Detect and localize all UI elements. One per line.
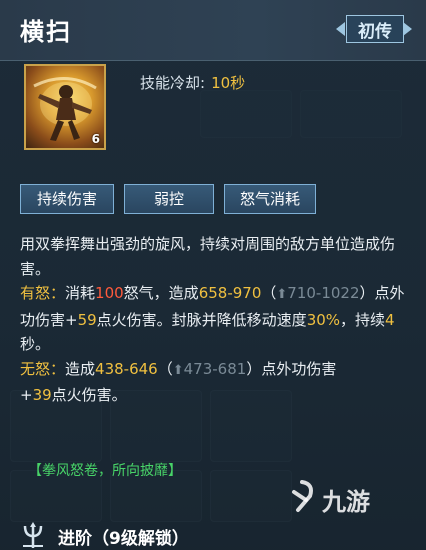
watermark-text: 九游: [322, 488, 370, 516]
cooldown-row: 技能冷却: 10秒: [140, 72, 245, 93]
no-rage-fire-damage: 39: [32, 386, 52, 404]
no-rage-label: 无怒：: [20, 359, 66, 378]
rage-damage-range: 658-970: [198, 284, 262, 302]
no-rage-text: 造成: [65, 359, 96, 378]
rage-fire-damage: 59: [77, 310, 97, 329]
badge-right-ornament-icon: [403, 22, 412, 36]
no-rage-text: 点火伤害。: [51, 386, 127, 404]
rank-badge-label: 初传: [358, 22, 392, 42]
jiuyou-watermark: 九游: [288, 478, 398, 518]
skill-title: 横扫: [20, 18, 72, 46]
advance-section-button[interactable]: 进阶（9级解锁）: [18, 520, 268, 550]
upgrade-arrow-icon: ⬆: [276, 287, 288, 302]
passive-title: 【拳风怒卷，所向披靡】: [28, 463, 182, 479]
cooldown-label: 技能冷却:: [140, 74, 206, 92]
no-rage-damage-range: 438-646: [95, 359, 158, 378]
no-rage-effect: 无怒：造成438-646（⬆473-681）点外功伤害 +39点火伤害。: [20, 357, 412, 408]
jiuyou-logo-icon: [292, 480, 313, 512]
rage-label: 有怒：: [20, 284, 66, 302]
rage-text: 怒气，造成: [123, 284, 199, 302]
rage-text: 点火伤害。封脉并降低移动速度: [96, 310, 307, 329]
rage-cost: 100: [95, 284, 124, 302]
skill-level-number: 6: [91, 132, 100, 146]
tag-rage-consume: 怒气消耗: [224, 184, 316, 214]
rage-text: （: [261, 284, 277, 302]
rage-text: 秒。: [20, 335, 51, 353]
cooldown-value: 10秒: [211, 74, 246, 92]
rage-effect: 有怒：消耗100怒气，造成658-970（⬆710-1022）点外功伤害+59点…: [20, 281, 412, 357]
panel-header: 横扫 初传: [0, 0, 426, 61]
rank-badge: 初传: [336, 14, 412, 44]
tag-weak-control: 弱控: [124, 184, 214, 214]
no-rage-text: ）点外功伤害: [246, 359, 337, 378]
no-rage-text: （: [157, 359, 173, 378]
tag-continuous-damage: 持续伤害: [20, 184, 114, 214]
skill-detail-panel: 横扫 初传 6 技能冷却: 10秒 持续伤害 弱控 怒气消耗 用双拳挥舞出强劲的旋…: [0, 0, 426, 550]
rage-text: 消耗: [65, 284, 96, 302]
description-intro: 用双拳挥舞出强劲的旋风，持续对周围的敌方单位造成伤害。: [20, 235, 396, 278]
trident-icon: [23, 522, 43, 548]
rage-upgraded-damage: 710-1022: [287, 284, 360, 302]
rage-duration: 4: [385, 310, 395, 329]
skill-description: 用双拳挥舞出强劲的旋风，持续对周围的敌方单位造成伤害。 有怒：消耗100怒气，造…: [20, 232, 412, 408]
no-rage-upgraded-damage: 473-681: [183, 359, 247, 378]
martial-artist-spin-icon: 6: [24, 64, 106, 150]
advance-label: 进阶（9级解锁）: [58, 529, 189, 549]
upgrade-arrow-icon: ⬆: [172, 362, 184, 378]
badge-left-ornament-icon: [336, 22, 345, 36]
no-rage-text: +: [20, 386, 33, 404]
rage-slow-percent: 30%: [306, 310, 341, 329]
rage-text: ，持续: [340, 310, 386, 329]
